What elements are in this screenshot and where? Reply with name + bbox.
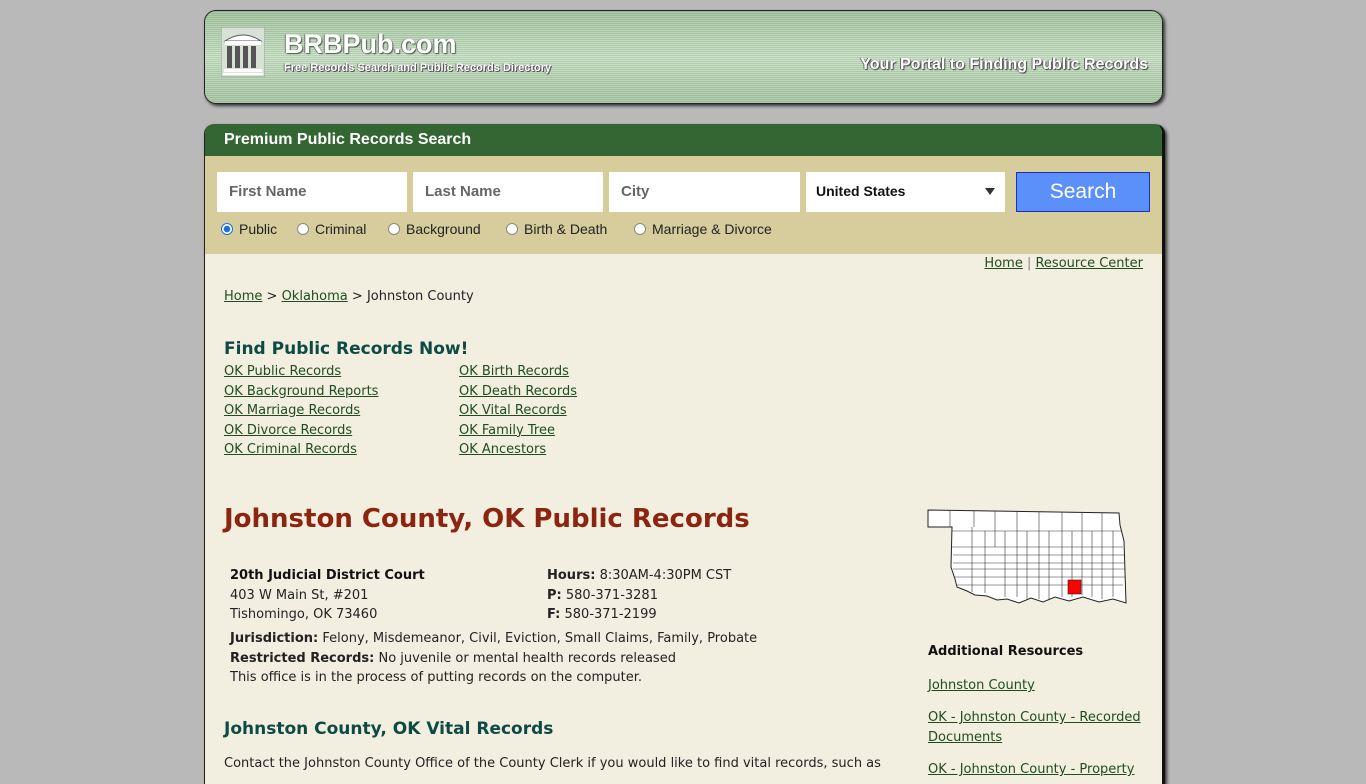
court-details: Jurisdiction: Felony, Misdemeanor, Civil…	[230, 629, 757, 688]
radio-label: Public	[239, 221, 278, 237]
vital-records-heading: Johnston County, OK Vital Records	[224, 719, 554, 739]
chevron-down-icon	[985, 188, 995, 195]
radio-button[interactable]	[297, 223, 309, 235]
oklahoma-county-map	[927, 509, 1127, 604]
ok-birth-records-link[interactable]: OK Birth Records	[459, 362, 577, 382]
find-links-col2: OK Birth Records OK Death Records OK Vit…	[459, 362, 577, 460]
radio-button[interactable]	[506, 223, 518, 235]
court-address-line1: 403 W Main St, #201	[230, 587, 369, 603]
court-note: This office is in the process of putting…	[230, 670, 642, 686]
portal-tagline: Your Portal to Finding Public Records	[860, 56, 1148, 73]
jurisdiction-label: Jurisdiction:	[230, 631, 319, 646]
court-address: 20th Judicial District Court 403 W Main …	[230, 566, 425, 625]
top-links: Home | Resource Center	[984, 256, 1143, 271]
court-contact: Hours: 8:30AM-4:30PM CST P: 580-371-3281…	[547, 566, 731, 625]
court-address-line2: Tishomingo, OK 73460	[230, 607, 378, 623]
page-title: Johnston County, OK Public Records	[224, 504, 750, 534]
court-restricted: No juvenile or mental health records rel…	[378, 650, 676, 666]
country-select-value: United States	[816, 183, 906, 199]
breadcrumb: Home > Oklahoma > Johnston County	[224, 289, 474, 304]
radio-label: Criminal	[315, 221, 367, 237]
radio-public[interactable]: Public	[221, 221, 277, 237]
city-input[interactable]: City	[609, 172, 800, 212]
ok-family-tree-link[interactable]: OK Family Tree	[459, 421, 577, 441]
resource-center-link[interactable]: Resource Center	[1035, 256, 1143, 271]
court-phone: 580-371-3281	[565, 587, 658, 603]
radio-background[interactable]: Background	[388, 221, 481, 237]
court-hours: 8:30AM-4:30PM CST	[599, 568, 732, 583]
court-name: 20th Judicial District Court	[230, 568, 425, 583]
court-jurisdiction: Felony, Misdemeanor, Civil, Eviction, Sm…	[322, 631, 758, 646]
search-form: First Name Last Name City United States …	[205, 156, 1162, 254]
breadcrumb-oklahoma[interactable]: Oklahoma	[282, 289, 348, 304]
restricted-label: Restricted Records:	[230, 650, 375, 666]
site-header-banner: BRBPub.com Free Records Search and Publi…	[204, 10, 1163, 104]
additional-resources-heading: Additional Resources	[928, 644, 1084, 659]
ok-marriage-records-link[interactable]: OK Marriage Records	[224, 401, 378, 421]
phone-label: P:	[547, 587, 562, 603]
ok-criminal-records-link[interactable]: OK Criminal Records	[224, 440, 378, 460]
last-name-input[interactable]: Last Name	[413, 172, 603, 212]
radio-criminal[interactable]: Criminal	[297, 221, 366, 237]
main-panel: Premium Public Records Search First Name…	[204, 124, 1165, 784]
vital-records-text: Contact the Johnston County Office of th…	[224, 756, 881, 771]
ok-public-records-link[interactable]: OK Public Records	[224, 362, 378, 382]
courthouse-logo-icon[interactable]	[221, 27, 265, 77]
ok-death-records-link[interactable]: OK Death Records	[459, 382, 577, 402]
radio-button[interactable]	[634, 223, 646, 235]
radio-label: Birth & Death	[524, 221, 608, 237]
fax-label: F:	[547, 607, 561, 623]
radio-birth-death[interactable]: Birth & Death	[506, 221, 607, 237]
recorded-documents-link[interactable]: OK - Johnston County - Recorded Document…	[928, 708, 1148, 748]
radio-button-selected[interactable]	[221, 223, 233, 235]
search-panel-title: Premium Public Records Search	[205, 124, 1162, 156]
search-button[interactable]: Search	[1016, 172, 1150, 212]
home-link[interactable]: Home	[984, 256, 1022, 271]
johnston-county-link[interactable]: Johnston County	[928, 676, 1148, 696]
ok-vital-records-link[interactable]: OK Vital Records	[459, 401, 577, 421]
breadcrumb-separator: >	[351, 289, 363, 304]
breadcrumb-current: Johnston County	[366, 289, 474, 304]
link-separator: |	[1026, 256, 1032, 271]
first-name-input[interactable]: First Name	[217, 172, 407, 212]
property-link[interactable]: OK - Johnston County - Property	[928, 760, 1148, 780]
radio-button[interactable]	[388, 223, 400, 235]
hours-label: Hours:	[547, 568, 596, 583]
breadcrumb-home[interactable]: Home	[224, 289, 262, 304]
radio-label: Background	[406, 221, 481, 237]
ok-ancestors-link[interactable]: OK Ancestors	[459, 440, 577, 460]
brand-tagline: Free Records Search and Public Records D…	[284, 62, 552, 74]
ok-background-reports-link[interactable]: OK Background Reports	[224, 382, 378, 402]
ok-divorce-records-link[interactable]: OK Divorce Records	[224, 421, 378, 441]
brand-name[interactable]: BRBPub.com	[284, 29, 457, 60]
radio-label: Marriage & Divorce	[652, 221, 772, 237]
radio-marriage-divorce[interactable]: Marriage & Divorce	[634, 221, 772, 237]
country-select[interactable]: United States	[806, 172, 1005, 212]
johnston-county-highlight	[1067, 579, 1082, 595]
find-records-heading: Find Public Records Now!	[224, 339, 469, 359]
find-links-col1: OK Public Records OK Background Reports …	[224, 362, 378, 460]
breadcrumb-separator: >	[266, 289, 278, 304]
court-fax: 580-371-2199	[564, 607, 657, 623]
